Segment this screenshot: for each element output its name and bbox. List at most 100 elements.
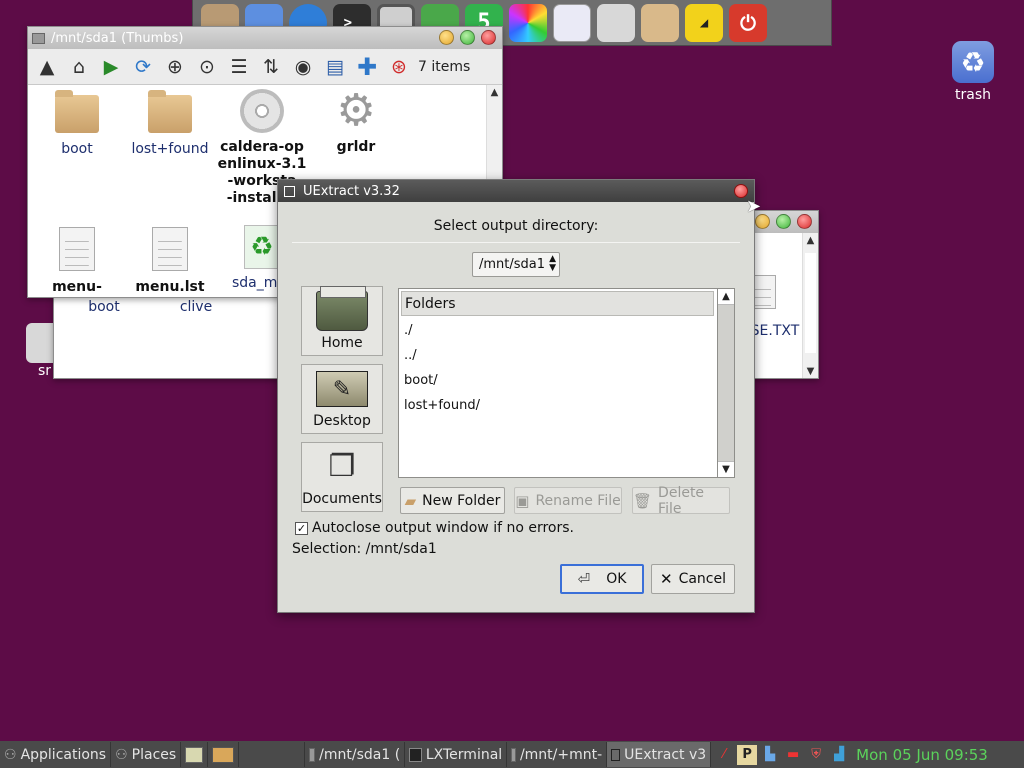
updown-icon: ▲ ▼ bbox=[549, 254, 556, 273]
details-icon[interactable]: ▤ bbox=[322, 54, 348, 80]
file-item[interactable]: boot bbox=[58, 299, 150, 316]
rename-file-button[interactable]: ▣ Rename File bbox=[514, 487, 622, 514]
window-icon bbox=[611, 748, 621, 761]
task-terminal[interactable]: LXTerminal bbox=[405, 742, 508, 767]
play-icon[interactable]: ▶ bbox=[98, 54, 124, 80]
new-folder-button[interactable]: ▰ New Folder bbox=[400, 487, 505, 514]
file-item[interactable]: lost+found bbox=[124, 90, 216, 158]
maximize-button[interactable] bbox=[776, 214, 791, 229]
place-documents[interactable]: ❐ Documents bbox=[301, 442, 383, 512]
file-manager-icon bbox=[511, 747, 516, 762]
file-item[interactable]: boot bbox=[31, 90, 123, 158]
uextract-dialog[interactable]: UExtract v3.32 Select output directory: … bbox=[277, 179, 755, 613]
applications-label: Applications bbox=[20, 746, 107, 763]
documents-icon: ❐ bbox=[328, 449, 356, 484]
file-item[interactable]: clive bbox=[150, 299, 242, 316]
enter-arrow-icon: ⏎ bbox=[577, 570, 591, 588]
delete-file-button[interactable]: 🗑 Delete File bbox=[632, 484, 730, 517]
dialog-title: UExtract v3.32 bbox=[303, 183, 400, 199]
ok-button[interactable]: ⏎ OK bbox=[560, 564, 644, 594]
network-icon[interactable]: ▙ bbox=[760, 745, 780, 765]
show-desktop-button[interactable] bbox=[181, 742, 209, 767]
scroll-thumb[interactable] bbox=[805, 253, 816, 353]
partial-label: sr bbox=[38, 363, 52, 379]
drive-icon[interactable]: ▬ bbox=[783, 745, 803, 765]
color-picker-icon[interactable] bbox=[509, 3, 547, 42]
minimize-button[interactable] bbox=[439, 30, 454, 45]
cpu-graph-icon[interactable]: ▟ bbox=[829, 745, 849, 765]
task-label: /mnt/sda1 ( bbox=[319, 746, 401, 763]
clipboard-icon[interactable]: P bbox=[737, 744, 758, 765]
add-icon[interactable]: ✚ bbox=[354, 53, 380, 81]
checkbox-label: Autoclose output window if no errors. bbox=[312, 520, 575, 536]
places-menu[interactable]: ⚇ Places bbox=[111, 742, 182, 767]
recycle-icon: ♻ bbox=[244, 225, 280, 269]
button-label: Delete File bbox=[658, 484, 705, 517]
scroll-down-arrow[interactable]: ▼ bbox=[718, 461, 734, 477]
autoclose-checkbox-row[interactable]: ✓ Autoclose output window if no errors. bbox=[295, 520, 574, 536]
file-item[interactable]: menu-2023- bbox=[31, 225, 123, 297]
close-button[interactable] bbox=[797, 214, 812, 229]
document-icon[interactable] bbox=[553, 3, 591, 42]
scroll-down-arrow[interactable]: ▼ bbox=[803, 366, 818, 377]
zoom-fit-icon[interactable]: ⊙ bbox=[194, 54, 220, 80]
maximize-button[interactable] bbox=[460, 30, 475, 45]
vertical-scrollbar[interactable]: ▲ ▼ bbox=[802, 233, 818, 378]
list-view-icon[interactable]: ☰ bbox=[226, 54, 252, 80]
task-file-manager-2[interactable]: /mnt/+mnt- bbox=[507, 742, 608, 767]
window-title: /mnt/sda1 (Thumbs) bbox=[51, 30, 184, 46]
gear-icon: ⚙ bbox=[336, 85, 376, 136]
sort-icon[interactable]: ⇅ bbox=[258, 54, 284, 80]
folder-list[interactable]: Folders ./ ../ boot/ lost+found/ bbox=[398, 288, 718, 478]
task-file-manager[interactable]: /mnt/sda1 ( bbox=[305, 742, 406, 767]
pen-icon[interactable]: ⁄ bbox=[714, 745, 734, 765]
place-home[interactable]: Home bbox=[301, 286, 383, 356]
document-icon bbox=[152, 227, 188, 271]
cancel-button[interactable]: ✕ Cancel bbox=[651, 564, 735, 594]
scroll-up-arrow[interactable]: ▲ bbox=[803, 235, 818, 246]
applications-menu[interactable]: ⚇ Applications bbox=[0, 742, 112, 767]
volume-icon[interactable]: ◢ bbox=[685, 3, 723, 42]
file-item[interactable]: menu.lst bbox=[124, 225, 216, 296]
task-label: UExtract v3 bbox=[624, 746, 707, 763]
list-item[interactable]: boot/ bbox=[399, 368, 717, 393]
desktop-icon: ✎ bbox=[316, 371, 368, 407]
list-item[interactable]: lost+found/ bbox=[399, 393, 717, 418]
directory-value: /mnt/sda1 bbox=[479, 257, 546, 272]
dialog-titlebar[interactable]: UExtract v3.32 bbox=[278, 180, 754, 202]
button-label: New Folder bbox=[422, 492, 501, 509]
desktop-trash[interactable]: ♻ trash bbox=[952, 41, 994, 103]
scroll-up-arrow[interactable]: ▲ bbox=[718, 289, 734, 305]
file-name: grldr bbox=[336, 139, 376, 155]
shield-icon[interactable]: ⛨ bbox=[806, 745, 826, 765]
scroll-up-arrow[interactable]: ▲ bbox=[487, 87, 502, 98]
list-item[interactable]: ./ bbox=[399, 318, 717, 343]
power-icon[interactable]: ⏻ bbox=[729, 3, 767, 42]
box-icon[interactable] bbox=[641, 3, 679, 42]
list-scrollbar[interactable]: ▲ ▼ bbox=[718, 288, 735, 478]
autoclose-checkbox[interactable]: ✓ bbox=[295, 521, 308, 535]
mixer-icon[interactable] bbox=[597, 3, 635, 42]
window-menu-icon[interactable] bbox=[284, 185, 295, 197]
up-arrow-icon[interactable]: ▲ bbox=[34, 54, 60, 80]
fm-titlebar[interactable]: /mnt/sda1 (Thumbs) bbox=[28, 27, 502, 49]
help-icon[interactable]: ⊛ bbox=[386, 54, 412, 80]
directory-select[interactable]: /mnt/sda1 ▲ ▼ bbox=[472, 252, 560, 277]
refresh-icon[interactable]: ⟳ bbox=[130, 54, 156, 80]
dialog-prompt: Select output directory: bbox=[433, 218, 599, 234]
task-uextract[interactable]: UExtract v3 bbox=[607, 742, 712, 767]
list-header[interactable]: Folders bbox=[401, 291, 714, 316]
eye-icon[interactable]: ◉ bbox=[290, 54, 316, 80]
place-desktop[interactable]: ✎ Desktop bbox=[301, 364, 383, 434]
window-switcher-button[interactable] bbox=[208, 742, 240, 767]
list-item[interactable]: ../ bbox=[399, 343, 717, 368]
zoom-in-icon[interactable]: ⊕ bbox=[162, 54, 188, 80]
task-label: LXTerminal bbox=[425, 746, 503, 763]
close-button[interactable] bbox=[481, 30, 496, 45]
clock[interactable]: Mon 05 Jun 09:53 bbox=[852, 746, 992, 764]
selection-text: Selection: /mnt/sda1 bbox=[292, 541, 437, 557]
fm-toolbar: ▲ ⌂ ▶ ⟳ ⊕ ⊙ ☰ ⇅ ◉ ▤ ✚ ⊛ 7 items bbox=[28, 49, 502, 85]
folder-icon bbox=[148, 90, 192, 133]
file-item[interactable]: ⚙ grldr bbox=[310, 89, 402, 156]
home-icon[interactable]: ⌂ bbox=[66, 54, 92, 80]
